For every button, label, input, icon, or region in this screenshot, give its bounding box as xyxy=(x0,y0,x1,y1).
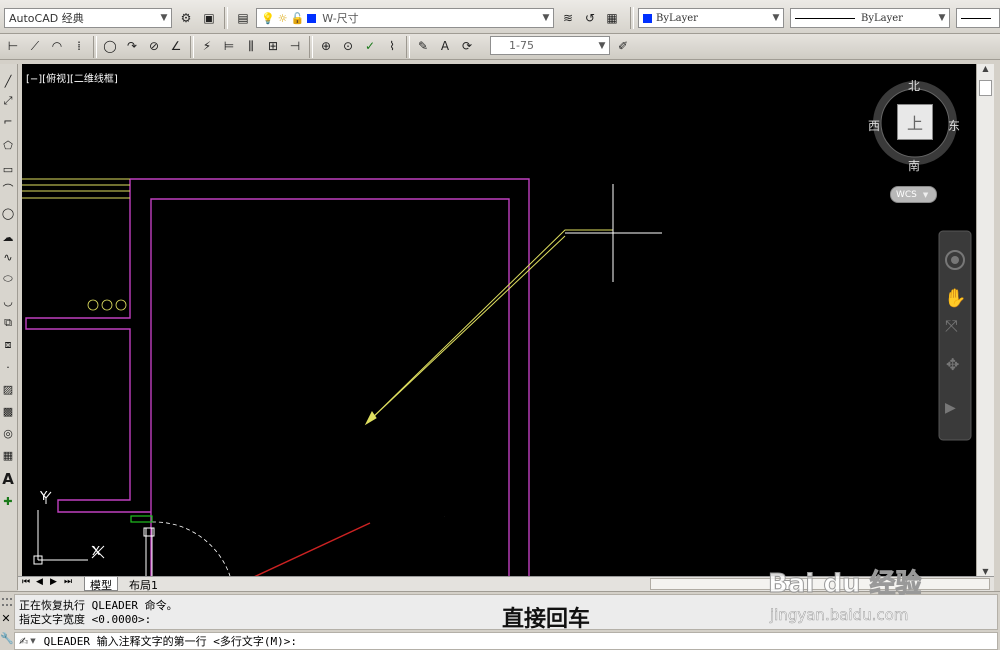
watermark-brand: Bai du 经验 xyxy=(768,563,922,600)
close-icon[interactable]: ✕ xyxy=(0,612,12,625)
viewcube-east[interactable]: 东 xyxy=(948,117,960,134)
scroll-up-arrow[interactable]: ▲ xyxy=(977,64,994,78)
viewcube-north[interactable]: 北 xyxy=(908,77,920,94)
chevron-down-icon: ▼ xyxy=(922,190,929,199)
crosshair-cursor xyxy=(565,184,662,282)
ucs-x-label: X xyxy=(92,544,101,558)
viewport-label[interactable]: [−][俯视][二维线框] xyxy=(26,70,118,85)
tab-next-icon[interactable]: ▶ xyxy=(50,577,57,587)
watermark-url: jingyan.baidu.com xyxy=(770,606,909,625)
annotation-first: 直接回车 xyxy=(369,515,459,541)
tab-last-icon[interactable]: ⏭ xyxy=(64,577,72,587)
small-symbols xyxy=(87,299,127,311)
scroll-thumb[interactable] xyxy=(979,80,992,96)
command-grip[interactable] xyxy=(2,598,12,606)
settings-wrench-icon[interactable]: 🔧 xyxy=(0,632,14,645)
outer-wall xyxy=(130,178,530,576)
wcs-menu[interactable]: WCS ▼ xyxy=(890,186,937,203)
wcs-label: WCS xyxy=(896,189,917,200)
tab-layout1[interactable]: 布局1 xyxy=(124,577,163,592)
window-lines xyxy=(22,178,130,199)
chevron-down-icon[interactable]: ▼ xyxy=(30,637,35,645)
watermark-brand-text: Bai du 经验 xyxy=(768,569,922,600)
showmotion-icon[interactable]: ▶ xyxy=(945,400,956,416)
vertical-scrollbar[interactable]: ▲ ▼ xyxy=(976,64,994,576)
viewcube-top-face[interactable]: 上 xyxy=(897,104,933,140)
scroll-down-arrow[interactable]: ▼ xyxy=(977,567,994,576)
ucs-y-label: Y xyxy=(40,489,48,503)
zoom-extents-icon[interactable]: ⤧ xyxy=(945,316,958,336)
tab-first-icon[interactable]: ⏮ xyxy=(22,577,30,587)
tab-model[interactable]: 模型 xyxy=(84,577,118,592)
command-recent-icon[interactable]: ✍ xyxy=(19,635,28,648)
command-input[interactable]: ✍ ▼ QLEADER 输入注释文字的第一行 <多行文字(M)>: xyxy=(14,632,998,650)
orbit-icon[interactable]: ✥ xyxy=(946,355,959,374)
command-prompt-text: QLEADER 输入注释文字的第一行 <多行文字(M)>: xyxy=(43,635,297,648)
leader-line xyxy=(364,229,613,426)
annotation-second: 直接回车 xyxy=(502,607,591,632)
left-wall-upper xyxy=(25,179,151,513)
tab-prev-icon[interactable]: ◀ xyxy=(36,577,43,587)
pan-icon[interactable]: ✋ xyxy=(944,288,966,309)
drawing-svg xyxy=(22,81,972,642)
viewcube-south[interactable]: 南 xyxy=(908,157,920,174)
viewcube-west[interactable]: 西 xyxy=(868,117,880,134)
door xyxy=(130,515,231,577)
